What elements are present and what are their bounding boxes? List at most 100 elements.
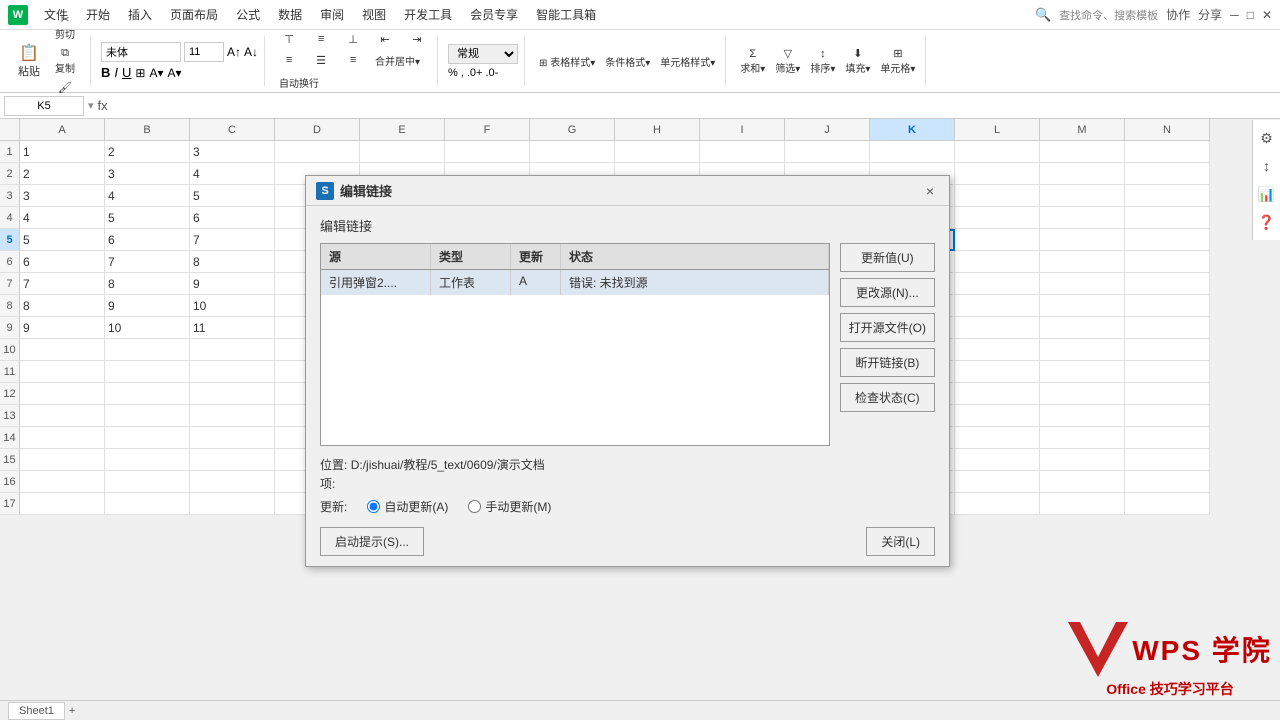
number-format-select[interactable]: 常规 — [448, 44, 518, 64]
row-header-11[interactable]: 11 — [0, 361, 20, 383]
fill-button[interactable]: ⬇填充▾ — [841, 45, 874, 77]
cell-L13[interactable] — [955, 405, 1040, 427]
cell-C11[interactable] — [190, 361, 275, 383]
merge-button[interactable]: 合并居中▾ — [371, 51, 424, 70]
cell-A10[interactable] — [20, 339, 105, 361]
cell-N17[interactable] — [1125, 493, 1210, 515]
maximize-icon[interactable]: □ — [1247, 8, 1254, 22]
sheet-tab[interactable]: Sheet1 — [8, 702, 65, 720]
col-header-b[interactable]: B — [105, 119, 190, 141]
cell-M3[interactable] — [1040, 185, 1125, 207]
cell-B2[interactable]: 3 — [105, 163, 190, 185]
cell-N1[interactable] — [1125, 141, 1210, 163]
cell-B11[interactable] — [105, 361, 190, 383]
row-header-12[interactable]: 12 — [0, 383, 20, 405]
cell-A4[interactable]: 4 — [20, 207, 105, 229]
cell-A8[interactable]: 8 — [20, 295, 105, 317]
fill-color-button[interactable]: A▾ — [149, 66, 163, 80]
cell-N13[interactable] — [1125, 405, 1210, 427]
cell-A3[interactable]: 3 — [20, 185, 105, 207]
col-header-k[interactable]: K — [870, 119, 955, 141]
cell-L12[interactable] — [955, 383, 1040, 405]
cell-B8[interactable]: 9 — [105, 295, 190, 317]
cell-L17[interactable] — [955, 493, 1040, 515]
cell-N15[interactable] — [1125, 449, 1210, 471]
cell-D1[interactable] — [275, 141, 360, 163]
cell-A16[interactable] — [20, 471, 105, 493]
cell-A17[interactable] — [20, 493, 105, 515]
cell-M2[interactable] — [1040, 163, 1125, 185]
cell-C17[interactable] — [190, 493, 275, 515]
col-header-i[interactable]: I — [700, 119, 785, 141]
cell-B15[interactable] — [105, 449, 190, 471]
add-sheet-button[interactable]: + — [69, 705, 75, 717]
row-header-8[interactable]: 8 — [0, 295, 20, 317]
row-header-15[interactable]: 15 — [0, 449, 20, 471]
comma-button[interactable]: , — [461, 67, 464, 79]
align-left-button[interactable]: ≡ — [275, 51, 303, 70]
dropdown-arrow-icon[interactable]: ▾ — [88, 99, 94, 112]
col-header-m[interactable]: M — [1040, 119, 1125, 141]
copy-button[interactable]: ⧉复制 — [46, 45, 84, 77]
cell-C10[interactable] — [190, 339, 275, 361]
cell-N10[interactable] — [1125, 339, 1210, 361]
cell-L3[interactable] — [955, 185, 1040, 207]
cell-B10[interactable] — [105, 339, 190, 361]
row-header-3[interactable]: 3 — [0, 185, 20, 207]
cell-A14[interactable] — [20, 427, 105, 449]
col-header-h[interactable]: H — [615, 119, 700, 141]
cell-M13[interactable] — [1040, 405, 1125, 427]
font-size-input[interactable] — [184, 42, 224, 62]
cell-L11[interactable] — [955, 361, 1040, 383]
decrease-decimal-button[interactable]: .0- — [485, 67, 498, 79]
cell-L1[interactable] — [955, 141, 1040, 163]
percent-button[interactable]: % — [448, 67, 458, 79]
cell-L8[interactable] — [955, 295, 1040, 317]
indent-increase-button[interactable]: ⇥ — [403, 31, 431, 48]
edit-links-dialog[interactable]: S 编辑链接 × 编辑链接 源 类型 更新 状态 引用弹窗2.... — [305, 175, 950, 567]
font-name-input[interactable] — [101, 42, 181, 62]
close-icon[interactable]: ✕ — [1262, 8, 1272, 22]
cell-L5[interactable] — [955, 229, 1040, 251]
cell-M9[interactable] — [1040, 317, 1125, 339]
sum-button[interactable]: Σ求和▾ — [736, 46, 769, 77]
cell-N9[interactable] — [1125, 317, 1210, 339]
cell-A6[interactable]: 6 — [20, 251, 105, 273]
cell-B3[interactable]: 4 — [105, 185, 190, 207]
cell-reference-input[interactable] — [4, 96, 84, 116]
manual-update-radio[interactable] — [468, 500, 481, 513]
manual-update-option[interactable]: 手动更新(M) — [468, 498, 551, 515]
row-header-4[interactable]: 4 — [0, 207, 20, 229]
align-right-button[interactable]: ≡ — [339, 51, 367, 70]
cell-A1[interactable]: 1 — [20, 141, 105, 163]
align-bottom-button[interactable]: ⊥ — [339, 31, 367, 48]
cell-A2[interactable]: 2 — [20, 163, 105, 185]
right-panel-icon-4[interactable]: ❓ — [1257, 212, 1277, 232]
cell-C15[interactable] — [190, 449, 275, 471]
cell-M7[interactable] — [1040, 273, 1125, 295]
cell-A13[interactable] — [20, 405, 105, 427]
cell-B12[interactable] — [105, 383, 190, 405]
cell-N12[interactable] — [1125, 383, 1210, 405]
cell-A5[interactable]: 5 — [20, 229, 105, 251]
cell-M6[interactable] — [1040, 251, 1125, 273]
cut-button[interactable]: ✂剪切 — [46, 11, 84, 43]
cell-C6[interactable]: 8 — [190, 251, 275, 273]
menu-start[interactable]: 开始 — [78, 4, 118, 25]
align-middle-button[interactable]: ≡ — [307, 31, 335, 48]
row-header-9[interactable]: 9 — [0, 317, 20, 339]
menu-layout[interactable]: 页面布局 — [162, 4, 226, 25]
cell-B13[interactable] — [105, 405, 190, 427]
menu-data[interactable]: 数据 — [270, 4, 310, 25]
menu-formula[interactable]: 公式 — [228, 4, 268, 25]
cell-B7[interactable]: 8 — [105, 273, 190, 295]
col-header-c[interactable]: C — [190, 119, 275, 141]
italic-button[interactable]: I — [114, 65, 118, 80]
update-value-button[interactable]: 更新值(U) — [840, 243, 935, 272]
font-decrease-icon[interactable]: A↓ — [244, 45, 258, 59]
menu-insert[interactable]: 插入 — [120, 4, 160, 25]
table-style-button[interactable]: ⊞ 表格样式▾ — [535, 52, 599, 71]
cell-A9[interactable]: 9 — [20, 317, 105, 339]
cell-M8[interactable] — [1040, 295, 1125, 317]
cell-J1[interactable] — [785, 141, 870, 163]
